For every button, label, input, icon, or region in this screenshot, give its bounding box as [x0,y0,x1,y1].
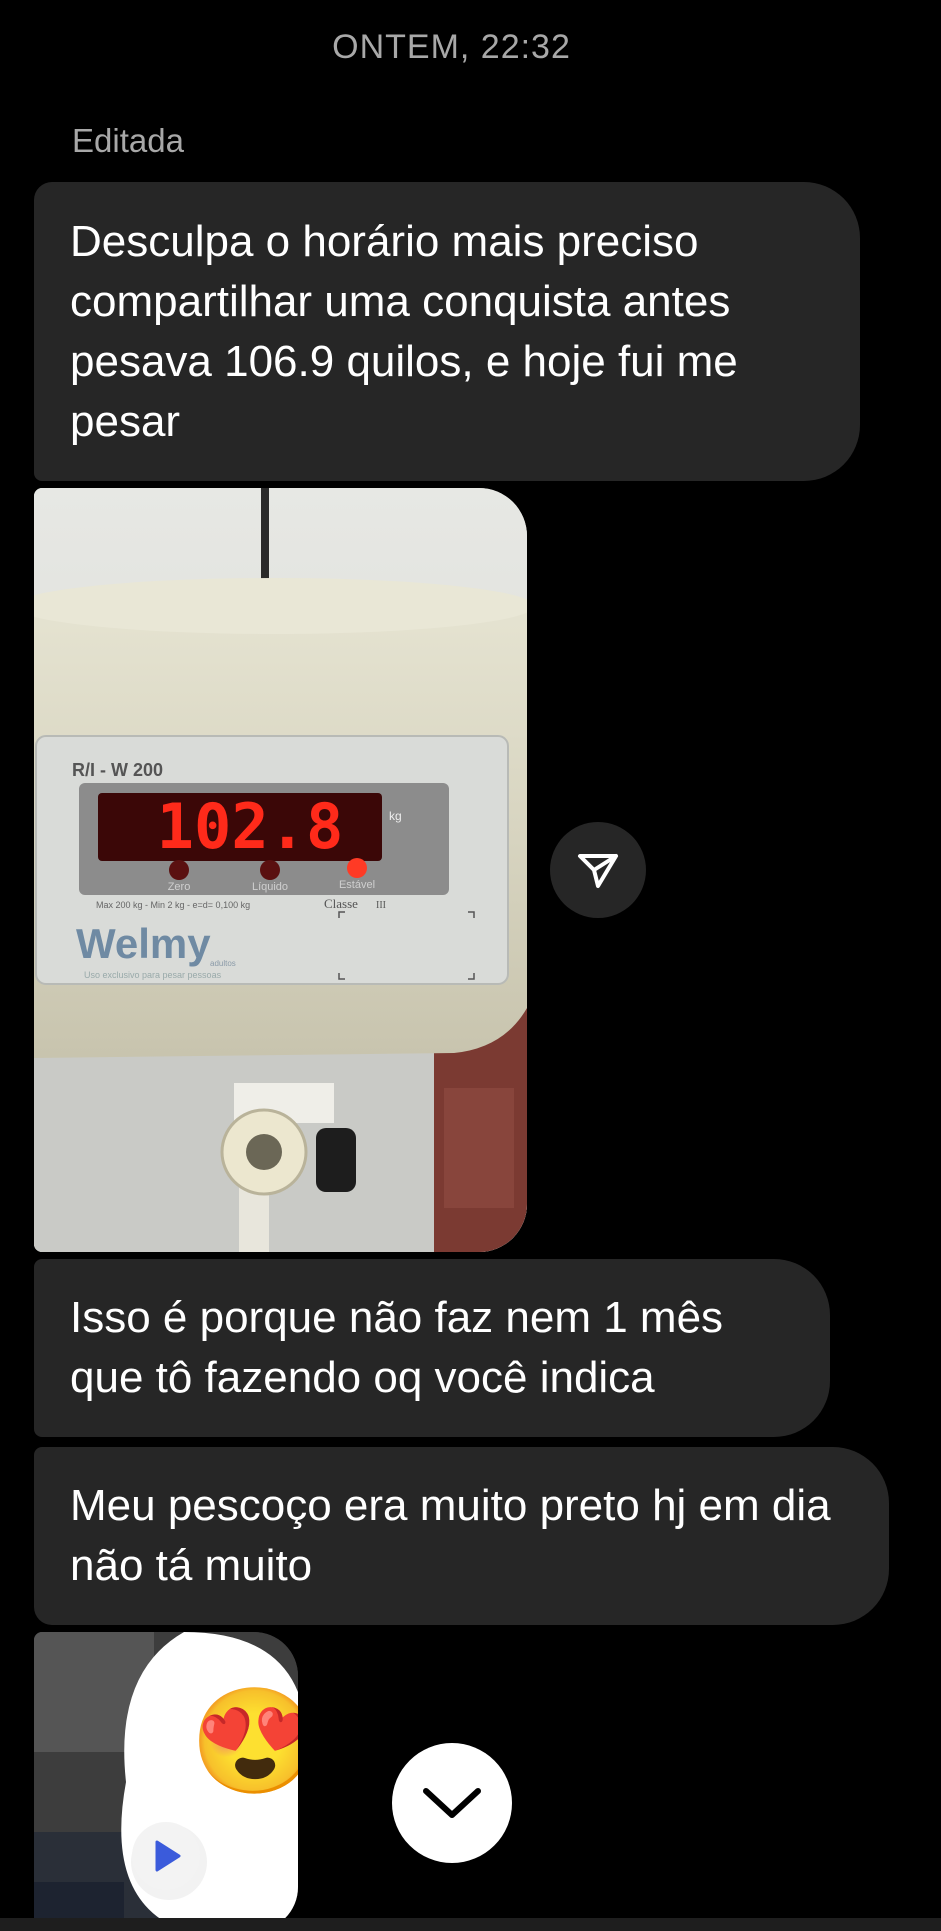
chevron-down-icon [423,1788,481,1818]
scale-usage-text: Uso exclusivo para pesar pessoas [84,970,222,980]
scroll-to-bottom-button[interactable] [392,1743,512,1863]
scale-unit: kg [389,809,402,823]
indicator-zero-label: Zero [168,881,191,893]
heart-eyes-emoji: 😍 [190,1684,298,1800]
conversation-timestamp: ONTEM, 22:32 [332,28,571,66]
scale-photo[interactable]: R/I - W 200 102.8 kg Zero Líquido Estáve… [34,488,527,1252]
message-text: Isso é porque não faz nem 1 mês que tô f… [70,1293,724,1402]
message-text: Desculpa o horário mais preciso comparti… [70,216,738,446]
bottom-bar [0,1918,941,1931]
play-button[interactable] [132,1822,200,1890]
scale-class-text: Classe [324,896,358,911]
scale-photo-image: R/I - W 200 102.8 kg Zero Líquido Estáve… [34,488,527,1252]
message-bubble[interactable]: Meu pescoço era muito preto hj em dia nã… [34,1447,889,1625]
scale-display-value: 102.8 [157,790,344,863]
scale-model-label: R/I - W 200 [72,760,163,780]
video-reply-thumbnail[interactable]: 😍 [34,1632,298,1931]
share-button[interactable] [550,822,646,918]
message-bubble[interactable]: Desculpa o horário mais preciso comparti… [34,182,860,481]
scale-class-mark: III [376,900,386,911]
edited-label: Editada [72,122,184,159]
message-bubble[interactable]: Isso é porque não faz nem 1 mês que tô f… [34,1259,830,1437]
play-icon [155,1840,181,1872]
indicator-stable-label: Estável [339,879,375,891]
scale-brand: Welmy [76,920,211,967]
scale-brand-sub: adultos [210,959,236,968]
scale-spec-text: Max 200 kg - Min 2 kg - e=d= 0,100 kg [96,900,250,910]
paper-plane-icon [578,854,618,888]
message-text: Meu pescoço era muito preto hj em dia nã… [70,1481,831,1590]
indicator-liquid-label: Líquido [252,881,288,893]
